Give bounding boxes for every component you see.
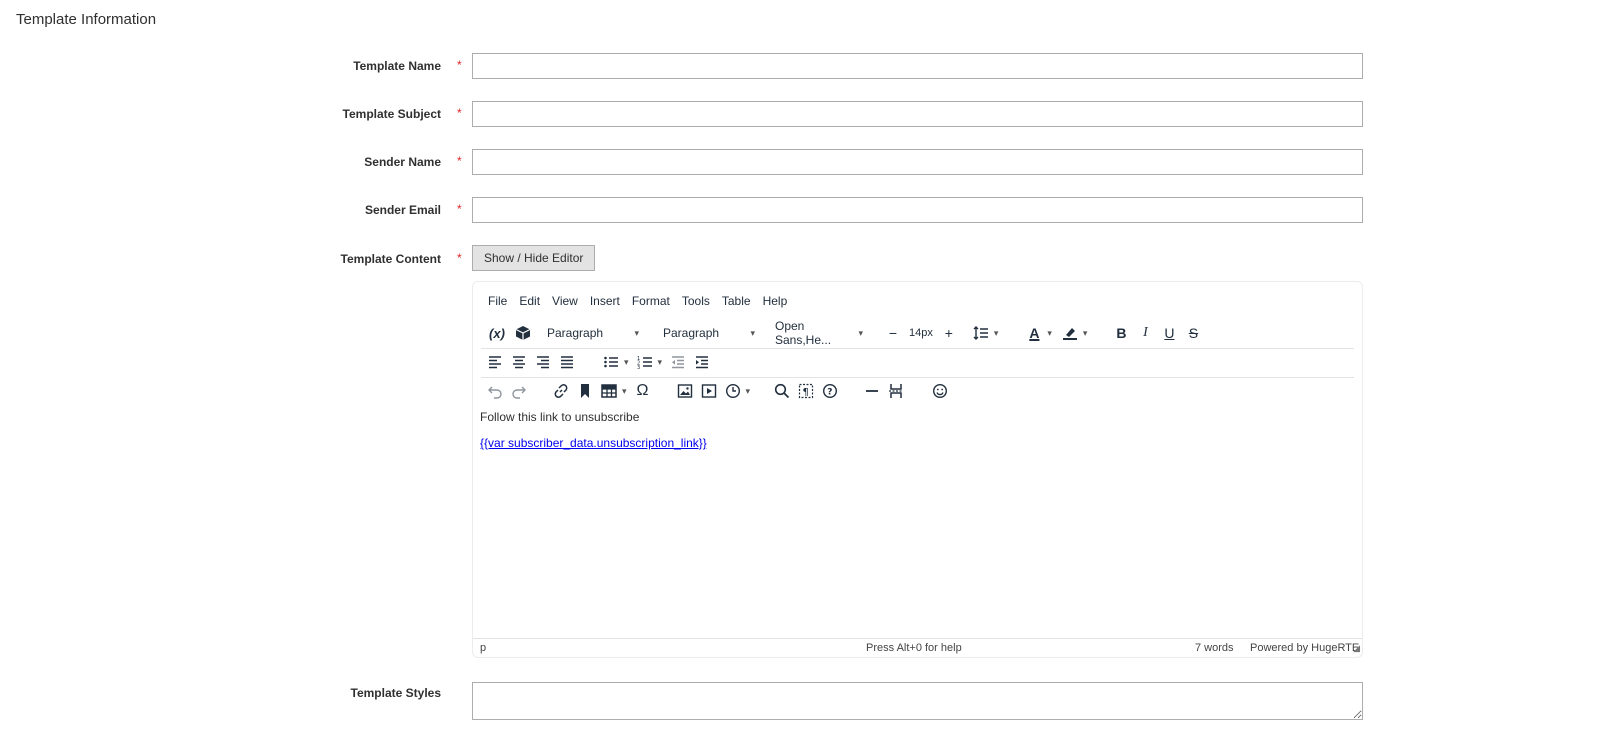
toolbar-row-3: ▾ Ω ▾ ¶ ? — [483, 378, 952, 404]
chevron-down-icon[interactable]: ▾ — [622, 386, 627, 397]
numbered-list-icon[interactable]: 123 — [633, 350, 657, 374]
section-title: Template Information — [16, 11, 157, 28]
template-subject-label: Template Subject — [342, 107, 441, 121]
media-icon[interactable] — [697, 379, 721, 403]
italic-icon[interactable]: I — [1133, 321, 1157, 345]
svg-text:¶: ¶ — [803, 387, 809, 398]
sender-email-label: Sender Email — [364, 203, 441, 217]
chevron-down-icon[interactable]: ▾ — [1083, 328, 1088, 339]
toolbar-row-1: (x) Paragraph ▾ Paragraph ▾ Open Sans,He..… — [483, 319, 1205, 347]
highlight-color-icon[interactable] — [1058, 321, 1082, 345]
template-subject-input[interactable] — [472, 101, 1363, 127]
required-mark: * — [457, 251, 462, 265]
block-format-dropdown-1[interactable]: Paragraph ▾ — [543, 321, 643, 345]
resize-handle-icon[interactable]: ◢ — [1353, 643, 1360, 654]
align-left-icon[interactable] — [483, 350, 507, 374]
align-center-icon[interactable] — [507, 350, 531, 374]
required-mark: * — [457, 58, 462, 72]
chevron-down-icon[interactable]: ▾ — [746, 386, 751, 397]
align-right-icon[interactable] — [531, 350, 555, 374]
emoticons-icon[interactable] — [928, 379, 952, 403]
menu-table[interactable]: Table — [722, 294, 751, 308]
chevron-down-icon: ▾ — [750, 327, 755, 338]
text-color-icon[interactable]: A — [1022, 321, 1046, 345]
table-icon[interactable] — [597, 379, 621, 403]
block-format-dropdown-2[interactable]: Paragraph ▾ — [659, 321, 759, 345]
chevron-down-icon[interactable]: ▾ — [624, 357, 629, 368]
template-styles-label: Template Styles — [350, 686, 441, 700]
menu-view[interactable]: View — [552, 294, 578, 308]
strikethrough-icon[interactable]: S — [1181, 321, 1205, 345]
bullet-list-icon[interactable] — [599, 350, 623, 374]
chevron-down-icon[interactable]: ▾ — [1047, 328, 1052, 339]
image-icon[interactable] — [673, 379, 697, 403]
font-family-value: Open Sans,He... — [775, 319, 832, 347]
block-format-value: Paragraph — [663, 326, 720, 340]
word-count[interactable]: 7 words — [1195, 642, 1234, 654]
underline-icon[interactable]: U — [1157, 321, 1181, 345]
decrease-font-size-button[interactable]: − — [881, 321, 905, 345]
undo-icon[interactable] — [483, 379, 507, 403]
svg-text:?: ? — [827, 388, 832, 398]
template-styles-textarea[interactable] — [472, 682, 1363, 720]
body-paragraph: Follow this link to unsubscribe — [480, 410, 640, 424]
toolbar-row-2: ▾ 123 ▾ — [483, 349, 714, 375]
special-character-icon[interactable]: Ω — [631, 379, 655, 403]
bookmark-icon[interactable] — [573, 379, 597, 403]
chevron-down-icon: ▾ — [634, 327, 639, 338]
increase-font-size-button[interactable]: + — [937, 321, 961, 345]
block-format-value: Paragraph — [547, 326, 604, 340]
required-mark: * — [457, 154, 462, 168]
menu-insert[interactable]: Insert — [590, 294, 620, 308]
required-mark: * — [457, 106, 462, 120]
menu-file[interactable]: File — [488, 294, 507, 308]
font-size-value[interactable]: 14px — [905, 321, 937, 345]
insert-variable-button[interactable]: (x) — [483, 321, 511, 345]
menu-tools[interactable]: Tools — [682, 294, 710, 308]
help-hint: Press Alt+0 for help — [866, 642, 962, 654]
font-family-dropdown[interactable]: Open Sans,He... ▾ — [771, 319, 867, 347]
rich-text-editor: File Edit View Insert Format Tools Table… — [472, 281, 1363, 658]
line-height-icon[interactable] — [969, 321, 993, 345]
redo-icon[interactable] — [507, 379, 531, 403]
show-hide-editor-button[interactable]: Show / Hide Editor — [472, 245, 596, 271]
outdent-icon[interactable] — [666, 350, 690, 374]
svg-text:3: 3 — [637, 365, 640, 370]
link-icon[interactable] — [549, 379, 573, 403]
unsubscribe-link[interactable]: {{var subscriber_data.unsubscription_lin… — [480, 436, 707, 450]
indent-icon[interactable] — [690, 350, 714, 374]
page-break-icon[interactable] — [884, 379, 908, 403]
template-name-input[interactable] — [472, 53, 1363, 79]
element-path[interactable]: p — [480, 642, 486, 654]
horizontal-line-icon[interactable] — [860, 379, 884, 403]
editor-statusbar: p Press Alt+0 for help 7 words Powered b… — [473, 638, 1362, 657]
menu-format[interactable]: Format — [632, 294, 670, 308]
editor-menubar: File Edit View Insert Format Tools Table… — [488, 294, 787, 308]
insert-widget-icon[interactable] — [511, 321, 535, 345]
visual-blocks-icon[interactable]: ¶ — [794, 379, 818, 403]
sender-name-input[interactable] — [472, 149, 1363, 175]
required-mark: * — [457, 202, 462, 216]
align-justify-icon[interactable] — [555, 350, 579, 374]
search-replace-icon[interactable] — [770, 379, 794, 403]
menu-help[interactable]: Help — [763, 294, 788, 308]
link-paragraph: {{var subscriber_data.unsubscription_lin… — [480, 436, 1354, 450]
bold-icon[interactable]: B — [1109, 321, 1133, 345]
powered-by[interactable]: Powered by HugeRTE — [1250, 642, 1359, 654]
chevron-down-icon: ▾ — [858, 327, 863, 338]
template-name-label: Template Name — [353, 59, 441, 73]
help-icon[interactable]: ? — [818, 379, 842, 403]
sender-name-label: Sender Name — [364, 155, 441, 169]
menu-edit[interactable]: Edit — [519, 294, 540, 308]
chevron-down-icon[interactable]: ▾ — [658, 357, 663, 368]
editor-content-area[interactable]: Follow this link to unsubscribe {{var su… — [480, 410, 1354, 462]
sender-email-input[interactable] — [472, 197, 1363, 223]
chevron-down-icon[interactable]: ▾ — [994, 328, 999, 339]
clock-icon[interactable] — [721, 379, 745, 403]
template-content-label: Template Content — [340, 252, 441, 266]
